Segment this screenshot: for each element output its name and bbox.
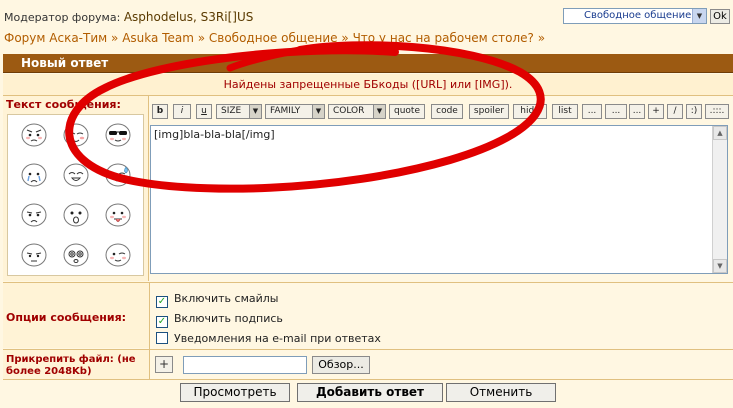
pout-smiley-icon[interactable]	[21, 243, 47, 267]
error-message: Найдены запрещенные ББкоды ([URL] или [I…	[3, 74, 733, 96]
checkbox-checked-icon[interactable]: ✓	[156, 316, 168, 328]
bbcode-toolbar: b i u SIZE ▼ FAMILY ▼ COLOR ▼ quote code…	[152, 104, 732, 120]
extra-button-1[interactable]: ...	[582, 104, 602, 119]
font-family-select[interactable]: FAMILY ▼	[265, 104, 325, 119]
message-text: [img]bla-bla-bla[/img]	[154, 128, 275, 141]
checkbox-checked-icon[interactable]: ✓	[156, 296, 168, 308]
shocked-smiley-icon[interactable]	[63, 203, 89, 227]
italic-button[interactable]: i	[173, 104, 191, 119]
size-select-value: SIZE	[221, 106, 242, 116]
submit-reply-button[interactable]: Добавить ответ	[297, 383, 443, 402]
add-file-button[interactable]: +	[155, 356, 173, 373]
option-signature[interactable]: ✓ Включить подпись	[156, 312, 283, 328]
file-path-input[interactable]	[183, 356, 307, 374]
cancel-button[interactable]: Отменить	[446, 383, 556, 402]
scroll-up-icon[interactable]: ▲	[713, 126, 727, 140]
attach-label: Прикрепить файл: (не более 2048Kb)	[6, 354, 146, 378]
chevron-down-icon: ▼	[249, 105, 261, 118]
breadcrumb-subforum[interactable]: Свободное общение	[209, 31, 338, 45]
blush-smiley-icon[interactable]	[63, 123, 89, 147]
chevron-down-icon: ▼	[373, 105, 385, 118]
underline-button[interactable]: u	[196, 104, 212, 119]
happy-smiley-icon[interactable]	[63, 163, 89, 187]
checkbox-unchecked-icon[interactable]	[156, 332, 168, 344]
font-family-select-value: FAMILY	[270, 106, 301, 116]
sad-smiley-icon[interactable]	[21, 203, 47, 227]
message-label-cell: Текст сообщения:	[3, 96, 149, 281]
color-select[interactable]: COLOR ▼	[328, 104, 386, 119]
option-smileys-label: Включить смайлы	[174, 292, 279, 305]
breadcrumb-forum-root[interactable]: Форум Аска-Тим	[4, 31, 107, 45]
breadcrumb: Форум Аска-Тим » Asuka Team » Свободное …	[4, 31, 545, 45]
forum-select-value: Свободное общение	[584, 10, 692, 21]
forum-jump-select[interactable]: Свободное общение ▼	[563, 8, 707, 24]
options-row: Опции сообщения: ✓ Включить смайлы ✓ Включ…	[3, 282, 733, 349]
more-button[interactable]: .:::.	[705, 104, 729, 119]
slash-button[interactable]: /	[667, 104, 683, 119]
options-cell: ✓ Включить смайлы ✓ Включить подпись Уведо…	[149, 283, 733, 349]
option-email-notify[interactable]: Уведомления на e-mail при ответах	[156, 332, 381, 346]
quote-button[interactable]: quote	[389, 104, 425, 119]
code-button[interactable]: code	[431, 104, 463, 119]
browse-button[interactable]: Обзор...	[312, 356, 370, 374]
form-title-bar: Новый ответ	[3, 54, 733, 73]
color-select-value: COLOR	[333, 106, 365, 116]
option-signature-label: Включить подпись	[174, 312, 283, 325]
options-label: Опции сообщения:	[6, 311, 127, 324]
extra-button-3[interactable]: ...	[629, 104, 645, 119]
scroll-down-icon[interactable]: ▼	[713, 259, 727, 273]
option-smileys[interactable]: ✓ Включить смайлы	[156, 292, 279, 308]
extra-button-2[interactable]: ...	[605, 104, 627, 119]
textarea-scrollbar[interactable]: ▲ ▼	[712, 126, 727, 273]
message-label: Текст сообщения:	[6, 98, 121, 111]
message-textarea[interactable]: [img]bla-bla-bla[/img] ▲ ▼	[150, 125, 728, 274]
list-button[interactable]: list	[552, 104, 578, 119]
message-editor-cell: b i u SIZE ▼ FAMILY ▼ COLOR ▼ quote code…	[149, 96, 733, 281]
form-buttons-row: Просмотреть Добавить ответ Отменить	[3, 379, 733, 408]
dizzy-smiley-icon[interactable]	[63, 243, 89, 267]
sweat-smiley-icon[interactable]	[105, 163, 131, 187]
moderators-names[interactable]: Asphodelus, S3Ri[]US	[124, 10, 254, 24]
chevron-down-icon[interactable]: ▼	[692, 9, 706, 23]
size-select[interactable]: SIZE ▼	[216, 104, 262, 119]
attach-label-text: Прикрепить файл:	[6, 354, 114, 365]
breadcrumb-topic[interactable]: Что у нас на рабочем столе?	[353, 31, 534, 45]
breadcrumb-separator: »	[537, 31, 546, 45]
attach-cell: + Обзор...	[149, 350, 733, 380]
breadcrumb-category[interactable]: Asuka Team	[122, 31, 194, 45]
smiley-grid	[21, 123, 131, 267]
hide-button[interactable]: hide	[513, 104, 547, 119]
moderators-line: Модератор форума: Asphodelus, S3Ri[]US	[4, 10, 253, 24]
moderators-label: Модератор форума:	[4, 11, 121, 24]
smiley-button[interactable]: :)	[686, 104, 702, 119]
cry-smiley-icon[interactable]	[21, 163, 47, 187]
preview-button[interactable]: Просмотреть	[180, 383, 290, 402]
plus-button[interactable]: +	[648, 104, 664, 119]
chevron-down-icon: ▼	[312, 105, 324, 118]
tongue-smiley-icon[interactable]	[105, 203, 131, 227]
attach-row: Прикрепить файл: (не более 2048Kb) + Обз…	[3, 349, 733, 380]
form-title: Новый ответ	[21, 56, 109, 70]
smiley-panel	[7, 114, 144, 276]
forum-jump-ok-button[interactable]: Ok	[710, 9, 730, 24]
breadcrumb-separator: »	[341, 31, 349, 45]
bold-button[interactable]: b	[152, 104, 168, 119]
spoiler-button[interactable]: spoiler	[469, 104, 509, 119]
header-bar: Модератор форума: Asphodelus, S3Ri[]US С…	[0, 0, 733, 31]
cool-smiley-icon[interactable]	[105, 123, 131, 147]
option-email-notify-label: Уведомления на e-mail при ответах	[174, 332, 381, 345]
breadcrumb-separator: »	[197, 31, 206, 45]
breadcrumb-separator: »	[111, 31, 119, 45]
wink-smiley-icon[interactable]	[105, 243, 131, 267]
angry-smiley-icon[interactable]	[21, 123, 47, 147]
